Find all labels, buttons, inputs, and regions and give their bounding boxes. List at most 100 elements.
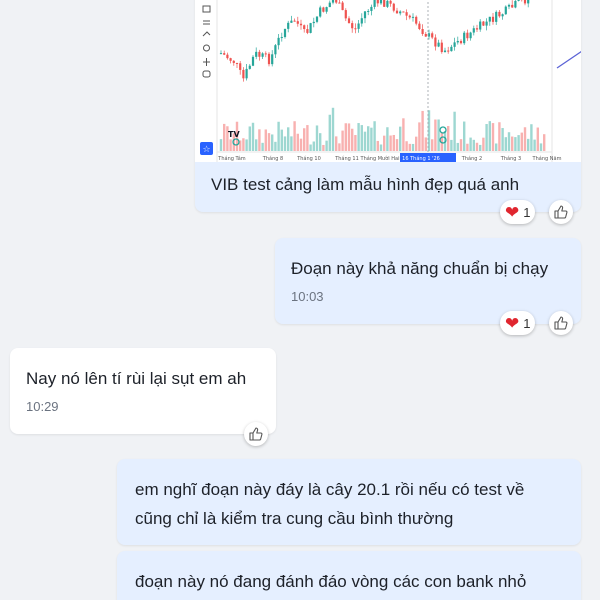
- candle-body: [389, 0, 392, 4]
- volume-bar: [415, 136, 418, 151]
- message-bubble[interactable]: em nghĩ đoạn này đáy là cây 20.1 rồi nếu…: [117, 459, 581, 545]
- volume-bar: [488, 121, 491, 151]
- volume-bar: [255, 139, 258, 151]
- volume-bar: [370, 127, 373, 151]
- candle-body: [287, 22, 290, 29]
- candle-body: [245, 68, 248, 79]
- volume-bar: [424, 137, 427, 151]
- candle-body: [341, 2, 344, 11]
- candle-body: [363, 11, 367, 19]
- candle-body: [418, 23, 421, 30]
- candle-body: [335, 0, 338, 3]
- candle-body: [376, 0, 379, 4]
- candles: [219, 0, 530, 82]
- volume-bar: [501, 128, 504, 151]
- candle-body: [290, 20, 293, 23]
- volume-bar: [408, 143, 411, 151]
- candle-body: [331, 0, 335, 3]
- candle-body: [322, 7, 325, 12]
- candle-body: [223, 53, 226, 55]
- volume-bar: [229, 139, 232, 151]
- image-message[interactable]: ☆ TV Tháng Tám Tháng 8 Tháng 10 Tháng 11 Thá…: [195, 0, 581, 212]
- candle-body: [299, 23, 303, 26]
- candle-body: [251, 56, 255, 66]
- volume-bar: [373, 121, 376, 151]
- volume-bar: [223, 123, 226, 151]
- volume-bar: [514, 137, 517, 151]
- event-marker[interactable]: [439, 126, 447, 134]
- candle-body: [527, 0, 530, 4]
- reaction-summary[interactable]: ❤ 1: [500, 200, 536, 224]
- candle-body: [424, 33, 427, 37]
- candle-body: [440, 42, 443, 53]
- candle-body: [319, 7, 322, 17]
- time-axis-label: 16 Tháng 1 '26: [402, 155, 440, 162]
- candle-body: [315, 16, 319, 22]
- like-button[interactable]: [549, 311, 573, 335]
- candle-body: [360, 18, 363, 24]
- thumbs-up-icon: [554, 316, 568, 330]
- volume-bar: [418, 122, 421, 151]
- candle-body: [498, 11, 501, 17]
- volume-bar: [475, 142, 479, 151]
- volume-bar: [386, 127, 389, 151]
- candle-body: [261, 53, 264, 57]
- candle-body: [277, 37, 280, 46]
- volume-bar: [511, 136, 514, 151]
- volume-bar: [431, 139, 434, 151]
- heart-icon: ❤: [505, 313, 520, 333]
- message-bubble[interactable]: đoạn này nó đang đánh đáo vòng các con b…: [117, 551, 581, 600]
- candle-body: [255, 51, 258, 57]
- candle-body: [472, 28, 475, 33]
- volume-bar: [539, 143, 543, 151]
- like-button[interactable]: [244, 422, 268, 446]
- volume-bar: [392, 134, 395, 151]
- volume-bar: [283, 136, 287, 151]
- volume-bar: [354, 135, 357, 151]
- volume-bar: [319, 133, 322, 151]
- candle-body: [338, 2, 341, 4]
- volume-bar: [245, 139, 248, 151]
- candle-body: [415, 16, 418, 24]
- time-axis-label: Tháng 11: [334, 155, 359, 162]
- volume-bar: [459, 139, 463, 151]
- volume-bar: [315, 125, 319, 151]
- candle-body: [504, 6, 507, 15]
- candle-body: [491, 16, 495, 22]
- volume-bar: [360, 125, 363, 151]
- volume-bar: [434, 119, 437, 151]
- svg-text:☆: ☆: [202, 145, 210, 155]
- volume-bar: [277, 121, 280, 151]
- candle-body: [431, 33, 434, 38]
- candle-body: [495, 11, 498, 22]
- volume-bar: [351, 128, 354, 151]
- time-axis-label: Tháng 10: [296, 155, 321, 162]
- volume-bar: [296, 133, 299, 151]
- candle-body: [293, 20, 296, 22]
- message-bubble[interactable]: Nay nó lên tí rùi lại sụt em ah 10:29: [10, 348, 276, 434]
- message-bubble[interactable]: Đoạn này khả năng chuẩn bị chạy 10:03: [275, 238, 581, 324]
- candle-body: [351, 23, 354, 29]
- message-time: 10:03: [291, 289, 324, 304]
- volume-bar: [299, 138, 303, 151]
- volume-bar: [485, 124, 488, 151]
- volume-bar: [447, 126, 450, 151]
- candlestick-chart: ☆ TV Tháng Tám Tháng 8 Tháng 10 Tháng 11 Thá…: [195, 0, 581, 162]
- time-axis-label: Tháng Tám: [217, 155, 246, 162]
- candle-body: [386, 0, 389, 7]
- volume-bar: [347, 123, 351, 151]
- like-button[interactable]: [549, 200, 573, 224]
- volume-bar: [264, 129, 267, 151]
- candle-body: [450, 46, 453, 52]
- candle-body: [459, 40, 463, 44]
- candle-body: [271, 54, 274, 65]
- message-text: Đoạn này khả năng chuẩn bị chạy: [291, 259, 549, 278]
- message-time: 10:29: [26, 399, 59, 414]
- trend-line: [556, 50, 581, 69]
- time-axis-label: Tháng 3: [500, 155, 521, 162]
- chart-screenshot[interactable]: ☆ TV Tháng Tám Tháng 8 Tháng 10 Tháng 11 Thá…: [195, 0, 581, 162]
- candle-body: [405, 12, 408, 16]
- time-axis-label: Tháng 8: [262, 155, 283, 162]
- reaction-summary[interactable]: ❤ 1: [500, 311, 536, 335]
- heart-icon: ❤: [505, 202, 520, 222]
